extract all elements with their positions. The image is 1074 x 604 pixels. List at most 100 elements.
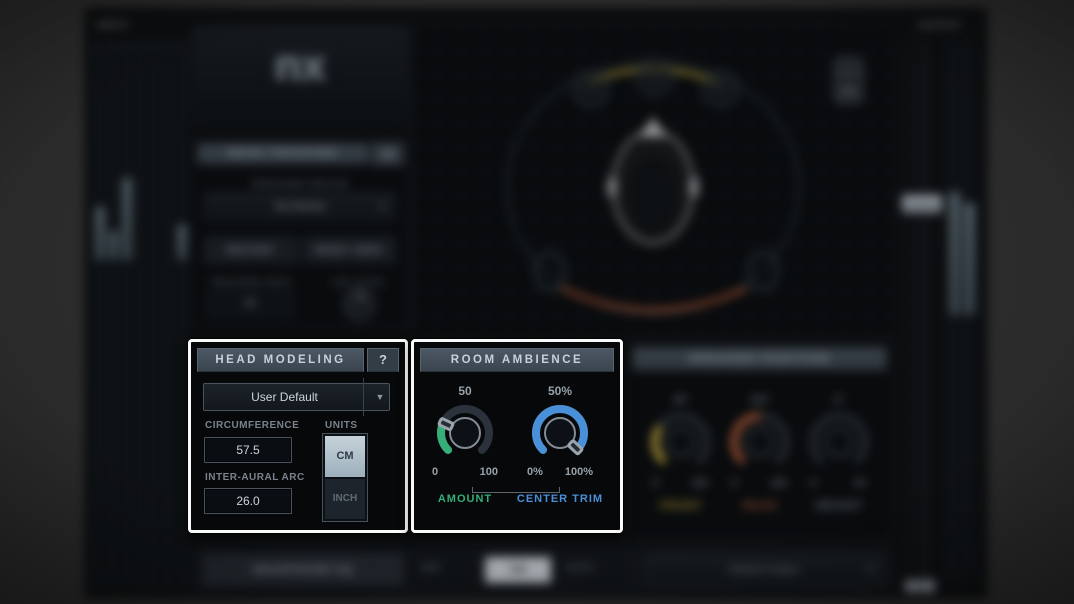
restart-button[interactable]: RESTART: [205, 237, 297, 263]
tracking-power-button[interactable]: ON: [372, 143, 403, 165]
meter-column: [95, 55, 105, 260]
fader-handle-line: [905, 204, 939, 206]
height-knob[interactable]: [807, 410, 871, 474]
center-trim-knob[interactable]: [531, 404, 589, 462]
head-figure: [607, 117, 699, 243]
toggle-active-button[interactable]: ON: [485, 557, 551, 583]
output-fader-track: [923, 40, 926, 580]
head-preset-select[interactable]: User Default ▼: [203, 383, 390, 411]
tracking-rate-value[interactable]: 30: [207, 290, 293, 318]
screenshot-stage: INPUT nx HEAD TRACKING ON TRACKING DEVIC…: [0, 0, 1074, 604]
input-label: INPUT: [97, 20, 147, 30]
headphone-eq-button[interactable]: HEADPHONE EQ: [203, 555, 403, 585]
unit-inch-button[interactable]: INCH: [325, 479, 365, 519]
led-level-knob[interactable]: [343, 288, 375, 320]
height-knob-label: HEIGHT: [815, 500, 863, 512]
head-modeling-panel: HEAD MODELING ? User Default ▼ CIRCUMFER…: [188, 339, 408, 533]
meter-column: [949, 100, 960, 315]
circumference-field[interactable]: 57.5: [204, 437, 292, 463]
toggle-right-label[interactable]: AUTO: [565, 563, 593, 574]
head-display: [412, 26, 894, 336]
center-trim-value: 50%: [548, 384, 572, 398]
logo-panel: nx: [192, 26, 408, 123]
nx-logo: nx: [193, 41, 407, 91]
room-ambience-panel: ROOM AMBIENCE 50 0 100 AMOUNT 50%: [411, 339, 623, 533]
speaker-front-center: [638, 60, 672, 94]
help-button[interactable]: ?: [367, 348, 399, 372]
height-knob-max: 90°: [854, 478, 868, 488]
tracking-device-value: No Device: [275, 201, 326, 213]
meter-column: [164, 55, 174, 260]
rear-arc: [563, 289, 745, 310]
amount-min: 0: [432, 466, 438, 478]
units-label: UNITS: [325, 420, 358, 431]
input-meter-bars: [95, 55, 187, 260]
led-level-label: LED LEVEL: [319, 277, 399, 287]
tracking-device-label: TRACKING DEVICE: [193, 179, 407, 189]
meter-column: [964, 100, 975, 315]
front-knob-group: 30° 0° 180° FRONT: [641, 395, 721, 512]
height-knob-min: 0°: [810, 478, 819, 488]
output-scale: [905, 40, 915, 580]
tracking-rate-label: TRACKING RATE: [195, 277, 307, 287]
output-meters: [947, 40, 977, 580]
input-meters: [93, 40, 189, 592]
tracking-device-select[interactable]: No Device ▼: [205, 193, 395, 221]
room-ambience-title: ROOM AMBIENCE: [420, 348, 614, 372]
chevron-down-icon: ▼: [378, 194, 387, 220]
height-knob-value: 0°: [834, 395, 844, 406]
toggle-left-label[interactable]: OFF: [421, 563, 441, 574]
input-meter-ticks: [95, 44, 187, 47]
rear-knob-min: 0°: [731, 478, 740, 488]
led-knob-pointer: [359, 293, 362, 301]
meter-column: [122, 55, 132, 260]
knob-link-bracket: [472, 487, 560, 493]
rear-knob-value: 110°: [750, 395, 770, 406]
interaural-arc-label: INTER-AURAL ARC: [205, 472, 305, 483]
front-knob-max: 180°: [691, 478, 710, 488]
bottom-bar-divider: [633, 555, 634, 585]
speaker-front-left: [574, 72, 608, 106]
rear-knob-label: REAR: [742, 500, 777, 512]
height-knob-group: 0° 0° 90° HEIGHT: [799, 395, 879, 512]
rear-knob-group: 110° 0° 180° REAR: [720, 395, 800, 512]
front-knob-label: FRONT: [660, 500, 703, 512]
head-tracking-panel: HEAD TRACKING ON TRACKING DEVICE No Devi…: [192, 138, 408, 328]
center-trim-max: 100%: [565, 466, 593, 478]
meter-column: [177, 55, 187, 260]
front-knob-value: 30°: [673, 395, 688, 406]
head-display-graphic: [413, 27, 895, 337]
units-switch: CM INCH: [322, 433, 368, 522]
output-label: OUTPUT: [905, 20, 975, 30]
unit-cm-button[interactable]: CM: [325, 436, 365, 477]
speaker-position-panel: SPEAKER POSITION 30° 0° 180° FRONT 1: [627, 342, 892, 538]
output-meter-bars: [949, 100, 975, 315]
reset-zero-button[interactable]: RESET ZERO: [303, 237, 395, 263]
speaker-position-title: SPEAKER POSITION: [632, 347, 887, 371]
center-trim-min: 0%: [527, 466, 543, 478]
camera-preview-icon[interactable]: [836, 59, 861, 102]
output-select-value: Default Output: [729, 564, 800, 576]
amount-max: 100: [480, 466, 498, 478]
bottom-bar: HEADPHONE EQ OFF ON AUTO Default Output …: [192, 548, 892, 592]
output-select[interactable]: Default Output ▼: [645, 555, 883, 585]
output-readout: 0.0: [905, 580, 935, 592]
output-fader-handle[interactable]: [901, 194, 943, 214]
head-preset-value: User Default: [251, 390, 318, 404]
rear-knob-max: 180°: [770, 478, 789, 488]
amount-label: AMOUNT: [438, 493, 492, 505]
head-tracking-title: HEAD TRACKING: [197, 143, 369, 165]
head-modeling-title: HEAD MODELING: [197, 348, 364, 372]
circumference-label: CIRCUMFERENCE: [205, 420, 299, 431]
interaural-arc-field[interactable]: 26.0: [204, 488, 292, 514]
rear-knob[interactable]: [728, 410, 792, 474]
speaker-rear-right: [748, 252, 778, 290]
meter-column: [109, 55, 119, 260]
amount-knob[interactable]: [436, 404, 494, 462]
meter-column: [136, 55, 146, 260]
front-knob-min: 0°: [652, 478, 661, 488]
speaker-rear-left: [535, 252, 565, 290]
chevron-down-icon: ▼: [363, 378, 389, 416]
front-knob[interactable]: [649, 410, 713, 474]
meter-column: [150, 55, 160, 260]
